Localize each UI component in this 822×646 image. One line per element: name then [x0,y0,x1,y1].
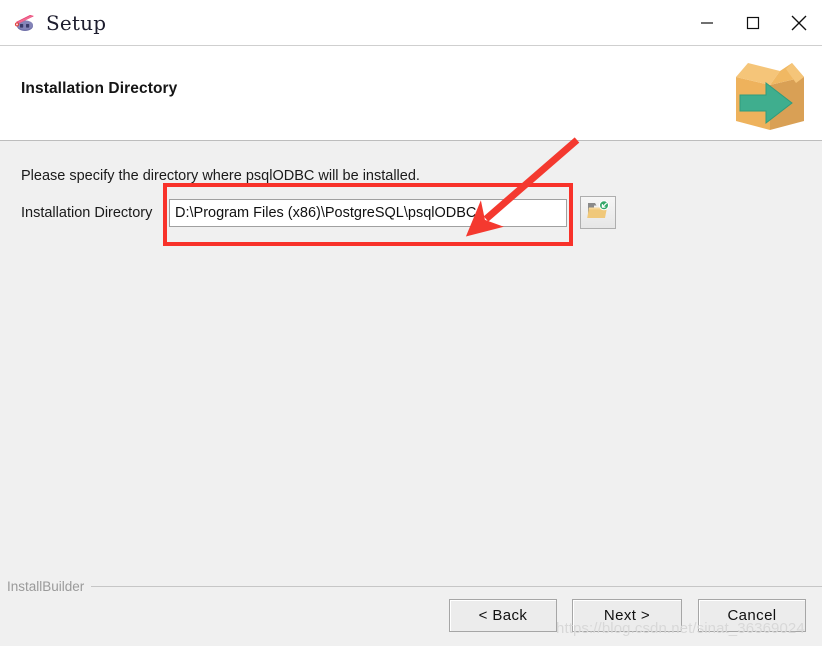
installbuilder-brand-label: InstallBuilder [7,578,85,594]
folder-browse-icon [586,200,610,225]
footer-brand-row: InstallBuilder [0,578,822,594]
setup-wizard-window: Setup Installation Directory Please spec… [0,0,822,646]
installation-directory-input[interactable] [169,199,567,227]
next-button[interactable]: Next > [572,599,682,632]
title-bar: Setup [0,0,822,46]
wizard-footer: InstallBuilder < Back Next > Cancel [0,565,822,646]
psqlodbc-app-icon [13,11,37,35]
wizard-content: Please specify the directory where psqlO… [0,137,822,565]
minimize-button[interactable] [684,0,730,45]
close-button[interactable] [776,0,822,45]
wizard-button-row: < Back Next > Cancel [449,599,822,632]
wizard-header: Installation Directory [0,46,822,141]
instruction-text: Please specify the directory where psqlO… [21,168,420,184]
maximize-button[interactable] [730,0,776,45]
maximize-icon [742,12,764,34]
cancel-button[interactable]: Cancel [698,599,806,632]
window-title: Setup [46,10,107,35]
installation-directory-label: Installation Directory [21,205,153,221]
back-button[interactable]: < Back [449,599,557,632]
footer-divider [91,585,822,587]
close-icon [786,10,812,36]
window-controls [684,0,822,45]
browse-folder-button[interactable] [580,196,616,229]
installbuilder-package-icon [726,51,814,135]
page-title: Installation Directory [21,80,178,97]
minimize-icon [696,12,718,34]
